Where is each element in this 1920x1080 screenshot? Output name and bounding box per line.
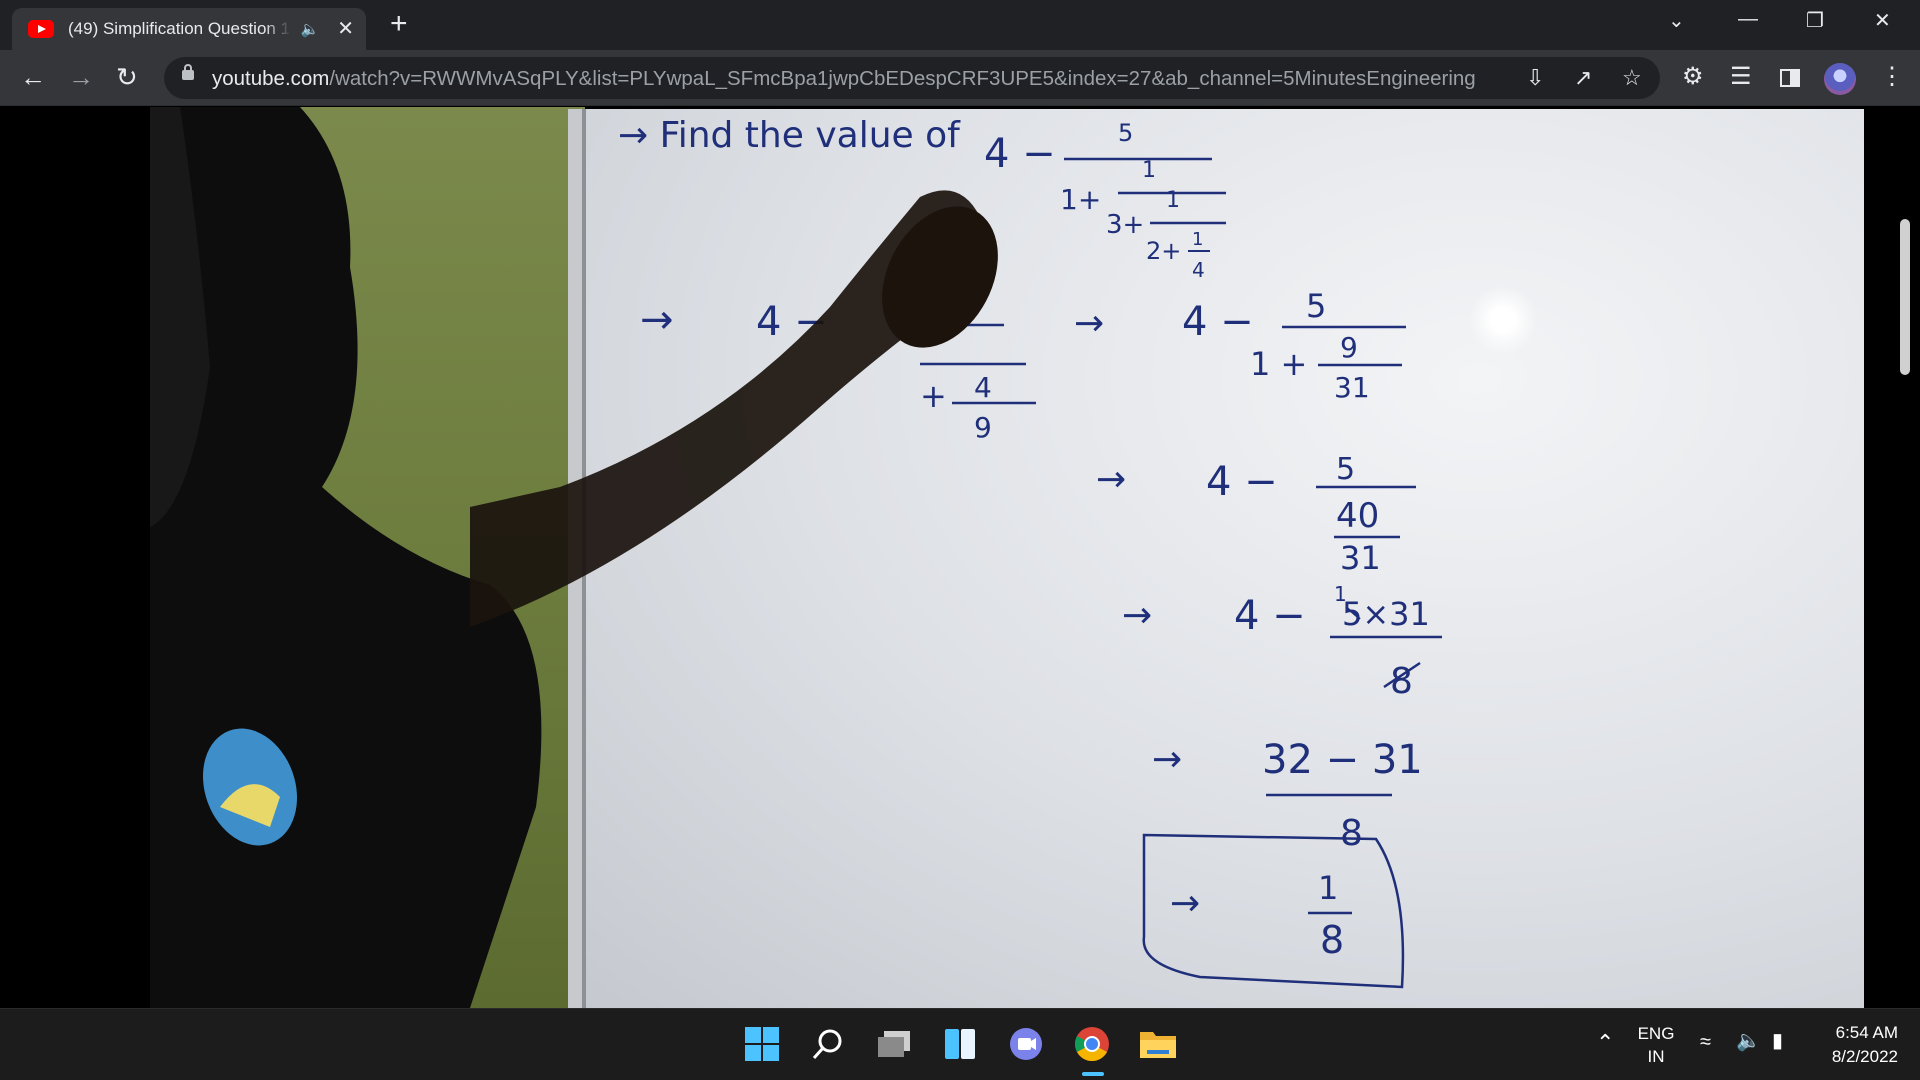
profile-avatar[interactable] bbox=[1824, 63, 1856, 95]
page-scrollbar[interactable] bbox=[1900, 219, 1910, 375]
extensions-icon[interactable]: ⚙ bbox=[1682, 62, 1704, 92]
wifi-icon[interactable]: ≈ bbox=[1700, 1031, 1711, 1054]
youtube-favicon-icon bbox=[28, 20, 54, 38]
chrome-icon[interactable] bbox=[1072, 1024, 1112, 1064]
video-frame[interactable]: → Find the value of 4 − 5 1+ 1 3+ 1 2+ 1… bbox=[0, 107, 1920, 1008]
lock-icon[interactable] bbox=[182, 64, 194, 80]
tab-title: (49) Simplification Question 1 bbox=[68, 19, 291, 38]
tab-search-icon[interactable]: ⌄ bbox=[1668, 8, 1685, 33]
reload-icon[interactable]: ↻ bbox=[116, 62, 138, 92]
share-icon[interactable]: ↗ bbox=[1574, 65, 1592, 91]
clock[interactable]: 6:54 AM 8/2/2022 bbox=[1832, 1021, 1898, 1069]
tab-audio-icon[interactable]: 🔈 bbox=[301, 20, 320, 38]
show-hidden-icons-icon[interactable]: ⌃ bbox=[1596, 1031, 1614, 1054]
new-tab-button[interactable]: + bbox=[390, 9, 408, 39]
tab-close-icon[interactable]: ✕ bbox=[337, 19, 354, 39]
close-window-icon[interactable]: ✕ bbox=[1874, 8, 1891, 33]
battery-icon[interactable]: ▮ bbox=[1772, 1030, 1783, 1053]
forward-icon[interactable]: → bbox=[68, 62, 94, 92]
presenter-arm bbox=[470, 190, 998, 628]
time-text: 6:54 AM bbox=[1835, 1023, 1898, 1042]
media-control-icon[interactable]: ☰ bbox=[1730, 62, 1752, 92]
teams-chat-icon[interactable] bbox=[1006, 1024, 1046, 1064]
task-view-icon[interactable] bbox=[874, 1024, 914, 1064]
volume-icon[interactable]: 🔈 bbox=[1736, 1030, 1761, 1053]
address-bar[interactable]: youtube.com/watch?v=RWWMvASqPLY&list=PLY… bbox=[164, 57, 1660, 99]
bookmark-star-icon[interactable]: ☆ bbox=[1622, 65, 1642, 91]
back-icon[interactable]: ← bbox=[20, 62, 46, 92]
windows-taskbar: ⌃ ENG IN ≈ 🔈 ▮ 6:54 AM 8/2/2022 bbox=[0, 1008, 1920, 1080]
windows-start-icon[interactable] bbox=[742, 1024, 782, 1064]
minimize-icon[interactable]: — bbox=[1738, 8, 1758, 31]
side-panel-icon[interactable] bbox=[1780, 69, 1800, 87]
search-icon[interactable] bbox=[808, 1024, 848, 1064]
active-tab[interactable]: (49) Simplification Question 1 🔈 ✕ bbox=[12, 8, 366, 50]
active-app-indicator bbox=[1082, 1072, 1104, 1076]
restore-icon[interactable]: ❐ bbox=[1806, 8, 1824, 33]
url-text[interactable]: youtube.com/watch?v=RWWMvASqPLY&list=PLY… bbox=[212, 67, 1476, 91]
install-app-icon[interactable]: ⇩ bbox=[1526, 65, 1544, 91]
menu-kebab-icon[interactable]: ⋮ bbox=[1880, 62, 1904, 92]
language-indicator[interactable]: ENG IN bbox=[1636, 1022, 1676, 1068]
file-explorer-icon[interactable] bbox=[1138, 1024, 1178, 1064]
date-text: 8/2/2022 bbox=[1831, 1047, 1898, 1066]
browser-toolbar: ← → ↻ youtube.com/watch?v=RWWMvASqPLY&li… bbox=[0, 50, 1920, 106]
widgets-icon[interactable] bbox=[940, 1024, 980, 1064]
browser-tab-strip: (49) Simplification Question 1 🔈 ✕ + ⌄ —… bbox=[0, 0, 1920, 50]
